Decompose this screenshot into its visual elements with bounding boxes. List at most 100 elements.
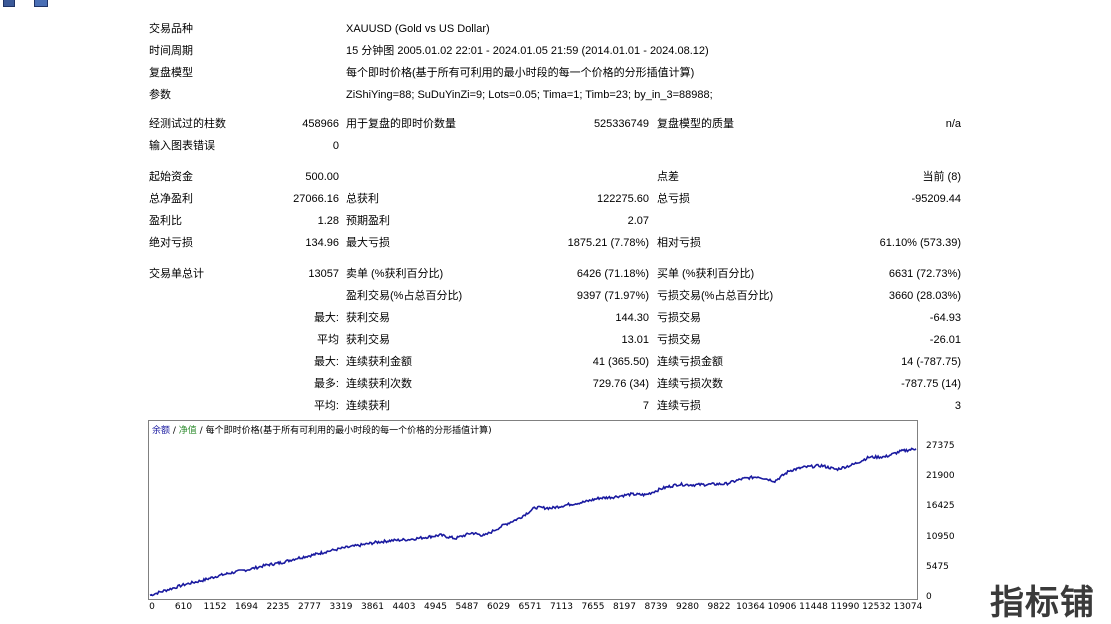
maximal-label: 最多:	[313, 378, 339, 390]
max-cons-loss-label: 连续亏损次数	[657, 378, 723, 390]
deposit-value: 500.00	[305, 171, 339, 183]
x-tick-label: 1694	[235, 602, 258, 612]
expected-payoff-value: 2.07	[627, 215, 649, 227]
x-tick-label: 7113	[550, 602, 573, 612]
max-cons-wins-label: 连续获利金额	[346, 356, 412, 368]
y-tick-label: 0	[926, 592, 932, 602]
max-drawdown-value: 1875.21 (7.78%)	[567, 237, 649, 249]
avg-cons-losses-value: 3	[954, 400, 961, 412]
gross-loss-label: 总亏损	[657, 193, 690, 205]
max-cons-profit-label: 连续获利次数	[346, 378, 412, 390]
y-tick-label: 10950	[926, 531, 955, 542]
loss-trades-value: 3660 (28.03%)	[888, 290, 961, 302]
x-tick-label: 1152	[203, 602, 227, 612]
absolute-drawdown-label: 绝对亏损	[149, 237, 193, 249]
x-tick-label: 9822	[707, 602, 731, 612]
max-cons-losses-value: 14 (-787.75)	[901, 356, 961, 368]
largest-label: 最大:	[313, 312, 339, 324]
avg-cons-wins-label: 连续获利	[346, 400, 390, 412]
net-profit-value: 27066.16	[293, 193, 339, 205]
x-tick-label: 610	[174, 602, 193, 612]
largest-profit-label: 获利交易	[346, 312, 390, 324]
legend-sep-1: /	[170, 426, 179, 436]
chart-plot	[149, 447, 917, 597]
total-trades-value: 13057	[308, 268, 339, 280]
gross-profit-label: 总获利	[346, 193, 379, 205]
x-tick-label: 2235	[266, 602, 290, 612]
x-tick-label: 3319	[329, 602, 353, 612]
x-tick-label: 6571	[518, 602, 542, 612]
y-tick-label: 5475	[926, 561, 949, 572]
average2-label: 平均:	[313, 400, 339, 412]
ticks-label: 用于复盘的即时价数量	[346, 118, 456, 130]
loss-trades-label: 亏损交易(%占总百分比)	[657, 290, 774, 302]
symbol-value: XAUUSD (Gold vs US Dollar)	[346, 23, 490, 35]
short-positions-label: 卖单 (%获利百分比)	[346, 268, 444, 280]
x-tick-label: 3861	[361, 602, 384, 612]
x-tick-label: 5487	[455, 602, 479, 612]
x-tick-label: 0	[149, 602, 155, 612]
x-tick-label: 8739	[644, 602, 668, 612]
legend-model: 每个即时价格(基于所有可利用的最小时段的每一个价格的分形插值计算)	[205, 426, 492, 436]
y-tick-label: 21900	[926, 471, 955, 482]
bars-value: 458966	[302, 118, 339, 130]
x-tick-label: 4403	[392, 602, 416, 612]
relative-drawdown-label: 相对亏损	[657, 237, 701, 249]
max-drawdown-label: 最大亏损	[346, 237, 390, 249]
x-tick-label: 8197	[613, 602, 636, 612]
net-profit-label: 总净盈利	[149, 193, 193, 205]
x-tick-label: 10364	[736, 602, 765, 612]
x-tick-label: 11448	[799, 602, 828, 612]
x-tick-label: 7655	[581, 602, 605, 612]
quality-label: 复盘模型的质量	[657, 118, 734, 130]
gross-loss-value: -95209.44	[911, 193, 961, 205]
x-tick-label: 4945	[424, 602, 447, 612]
max-cons-losses-label: 连续亏损金额	[657, 356, 723, 368]
spread-value: 当前 (8)	[922, 171, 962, 183]
average-profit-label: 获利交易	[346, 334, 390, 346]
deposit-label: 起始资金	[149, 171, 193, 183]
max-cons-loss-value: -787.75 (14)	[901, 378, 961, 390]
period-value: 15 分钟图 2005.01.02 22:01 - 2024.01.05 21:…	[346, 45, 709, 57]
x-tick-label: 9280	[676, 602, 699, 612]
report-icon	[34, 0, 48, 7]
quality-value: n/a	[945, 118, 961, 130]
balance-line	[149, 447, 917, 597]
expected-payoff-label: 预期盈利	[346, 215, 390, 227]
absolute-drawdown-value: 134.96	[305, 237, 339, 249]
maximum-label: 最大:	[313, 356, 339, 368]
y-tick-label: 16425	[926, 501, 955, 512]
x-tick-label: 13074	[893, 602, 923, 612]
legend-equity: 净值	[178, 426, 197, 436]
profit-factor-value: 1.28	[317, 215, 339, 227]
errors-value: 0	[332, 140, 339, 152]
average-loss-value: -26.01	[929, 334, 961, 346]
relative-drawdown-value: 61.10% (573.39)	[879, 237, 961, 249]
short-positions-value: 6426 (71.18%)	[576, 268, 649, 280]
x-tick-label: 2777	[298, 602, 321, 612]
average-profit-value: 13.01	[621, 334, 649, 346]
long-positions-label: 买单 (%获利百分比)	[657, 268, 755, 280]
largest-loss-label: 亏损交易	[657, 312, 701, 324]
x-tick-label: 10906	[767, 602, 797, 612]
x-tick-label: 12532	[862, 602, 891, 612]
errors-label: 输入图表错误	[149, 140, 215, 152]
average-label: 平均	[317, 334, 339, 346]
model-value: 每个即时价格(基于所有可利用的最小时段的每一个价格的分形插值计算)	[346, 67, 695, 79]
largest-loss-value: -64.93	[929, 312, 961, 324]
largest-profit-value: 144.30	[615, 312, 649, 324]
max-cons-profit-value: 729.76 (34)	[592, 378, 649, 390]
average-loss-label: 亏损交易	[657, 334, 701, 346]
avg-cons-losses-label: 连续亏损	[657, 400, 701, 412]
ticks-value: 525336749	[593, 118, 649, 130]
max-cons-wins-value: 41 (365.50)	[592, 356, 649, 368]
app-icon	[3, 0, 15, 7]
model-label: 复盘模型	[149, 67, 193, 79]
watermark-logo: 指标铺	[990, 583, 1095, 623]
symbol-label: 交易品种	[149, 23, 193, 35]
window-tabstrip	[0, 0, 1111, 7]
legend-balance: 余额	[152, 426, 171, 436]
profit-trades-label: 盈利交易(%占总百分比)	[346, 290, 463, 302]
period-label: 时间周期	[149, 45, 193, 57]
total-trades-label: 交易单总计	[149, 268, 204, 280]
